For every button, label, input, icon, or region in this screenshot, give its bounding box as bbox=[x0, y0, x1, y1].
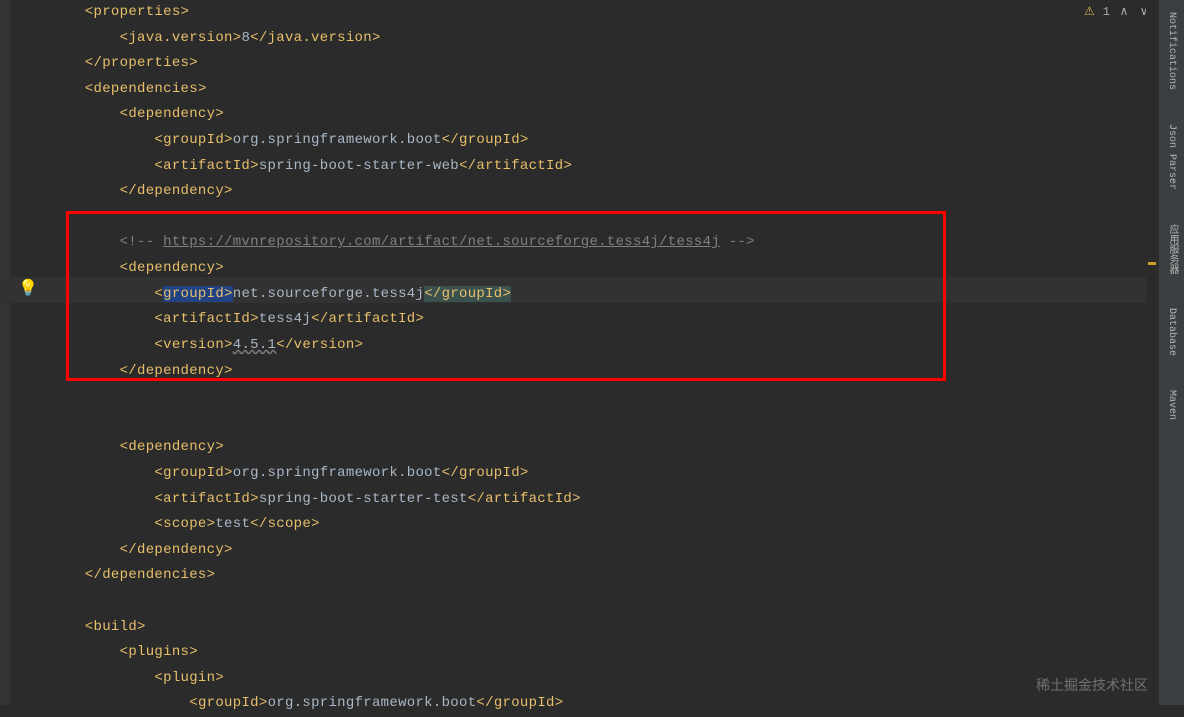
code-line: <version>4.5.1</version> bbox=[50, 333, 1158, 359]
blank-line bbox=[50, 384, 1158, 410]
marker-warning[interactable] bbox=[1148, 262, 1156, 265]
rail-maven[interactable]: Maven bbox=[1164, 384, 1179, 426]
code-line: <dependency> bbox=[50, 256, 1158, 282]
code-line: </dependency> bbox=[50, 179, 1158, 205]
code-line: </dependency> bbox=[50, 538, 1158, 564]
code-line: <plugins> bbox=[50, 640, 1158, 666]
code-line: <groupId>org.springframework.boot</group… bbox=[50, 461, 1158, 487]
code-line: <dependency> bbox=[50, 102, 1158, 128]
code-comment: <!-- https://mvnrepository.com/artifact/… bbox=[50, 230, 1158, 256]
code-line: <java.version>8</java.version> bbox=[50, 26, 1158, 52]
code-line: </dependencies> bbox=[50, 563, 1158, 589]
rail-json-parser[interactable]: Json Parser bbox=[1164, 118, 1179, 196]
code-line: </dependency> bbox=[50, 359, 1158, 385]
code-line: <groupId>org.springframework.boot</group… bbox=[50, 128, 1158, 154]
rail-notifications[interactable]: Notifications bbox=[1164, 6, 1179, 96]
error-stripe[interactable] bbox=[1146, 0, 1158, 705]
intention-bulb-icon[interactable]: 💡 bbox=[18, 278, 38, 298]
code-line: <artifactId>spring-boot-starter-web</art… bbox=[50, 154, 1158, 180]
warning-count: 1 bbox=[1103, 5, 1110, 19]
code-line: <dependency> bbox=[50, 435, 1158, 461]
blank-line bbox=[50, 205, 1158, 231]
gutter-strip bbox=[0, 0, 10, 705]
code-line: <properties> bbox=[50, 0, 1158, 26]
watermark-text: 稀土掘金技术社区 bbox=[1036, 675, 1148, 695]
code-line-current: <groupId>net.sourceforge.tess4j</groupId… bbox=[50, 282, 1158, 308]
warning-icon: ⚠ bbox=[1084, 4, 1095, 19]
code-line: <scope>test</scope> bbox=[50, 512, 1158, 538]
blank-line bbox=[50, 589, 1158, 615]
inspection-summary[interactable]: ⚠ 1 ∧ ∨ bbox=[1084, 4, 1150, 19]
code-line: </properties> bbox=[50, 51, 1158, 77]
code-editor[interactable]: <properties> <java.version>8</java.versi… bbox=[12, 0, 1158, 705]
code-line: <dependencies> bbox=[50, 77, 1158, 103]
code-line: <artifactId>tess4j</artifactId> bbox=[50, 307, 1158, 333]
selection: groupId bbox=[163, 286, 224, 302]
code-line: <groupId>org.springframework.boot</group… bbox=[50, 691, 1158, 717]
code-line: <build> bbox=[50, 615, 1158, 641]
up-icon[interactable]: ∧ bbox=[1118, 4, 1130, 19]
code-line: <artifactId>spring-boot-starter-test</ar… bbox=[50, 487, 1158, 513]
code-line: <plugin> bbox=[50, 666, 1158, 692]
rail-app-server[interactable]: 应用服务器 bbox=[1162, 218, 1181, 280]
rail-database[interactable]: Database bbox=[1164, 302, 1179, 362]
blank-line bbox=[50, 410, 1158, 436]
tool-window-rail: Notifications Json Parser 应用服务器 Database… bbox=[1158, 0, 1184, 705]
